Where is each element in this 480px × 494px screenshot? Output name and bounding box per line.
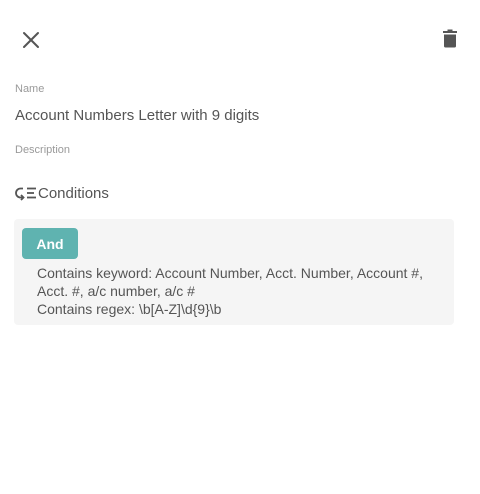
name-field[interactable]: Account Numbers Letter with 9 digits (15, 107, 259, 124)
rule-detail-panel: Name Account Numbers Letter with 9 digit… (0, 0, 480, 494)
keyword-rule: Contains keyword: Account Number, Acct. … (37, 265, 423, 299)
conditions-icon (15, 187, 36, 201)
delete-button[interactable] (438, 27, 462, 53)
conditions-heading: Conditions (15, 184, 109, 202)
rule-list: Contains keyword: Account Number, Acct. … (37, 264, 447, 318)
close-icon (23, 32, 39, 48)
name-label: Name (15, 83, 45, 95)
trash-icon (443, 29, 457, 48)
regex-rule: Contains regex: \b[A-Z]\d{9}\b (37, 301, 222, 317)
close-button[interactable] (18, 27, 44, 53)
conditions-title: Conditions (38, 184, 109, 202)
description-label: Description (15, 144, 71, 156)
and-operator-badge[interactable]: And (22, 228, 78, 259)
condition-group: And Contains keyword: Account Number, Ac… (14, 219, 454, 325)
